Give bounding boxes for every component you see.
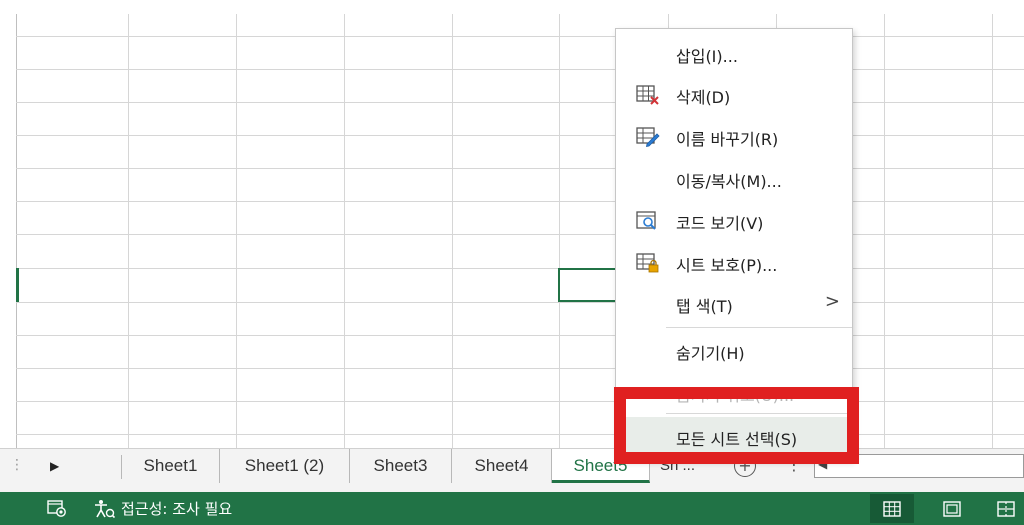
menu-item-label: 시트 보호(P)...	[676, 256, 778, 275]
menu-item-delete[interactable]: 삭제(D)	[616, 75, 852, 115]
menu-item-move-copy[interactable]: 이동/복사(M)...	[616, 159, 852, 199]
row-line	[16, 401, 1024, 402]
column-line	[884, 14, 885, 448]
accessibility-status-text[interactable]: 접근성: 조사 필요	[121, 498, 232, 519]
submenu-chevron-icon: >	[824, 291, 840, 312]
sheet-tab-bar: ⋮ ▶ Sheet1 Sheet1 (2) Sheet3 Sheet4 Shee…	[0, 448, 1024, 492]
menu-item-hide[interactable]: 숨기기(H)	[616, 331, 852, 371]
menu-item-view-code[interactable]: 코드 보기(V)	[616, 201, 852, 241]
menu-item-label: 이름 바꾸기(R)	[676, 130, 779, 149]
menu-item-label: 삽입(I)...	[676, 47, 738, 66]
row-line	[16, 234, 1024, 235]
normal-view-icon	[883, 500, 901, 517]
column-line	[344, 14, 345, 448]
column-line	[128, 14, 129, 448]
page-layout-view-icon	[943, 500, 961, 517]
row-line	[16, 201, 1024, 202]
row-line	[16, 135, 1024, 136]
menu-separator	[666, 327, 852, 328]
worksheet-grid[interactable]	[0, 0, 1024, 448]
annotation-highlight-box	[614, 387, 859, 464]
menu-item-label: 이동/복사(M)...	[676, 172, 782, 191]
row-line	[16, 434, 1024, 435]
menu-item-label: 삭제(D)	[676, 88, 731, 107]
row-line	[16, 302, 1024, 303]
menu-item-label: 탭 색(T)	[676, 297, 733, 316]
row-line	[16, 268, 1024, 269]
page-layout-view-button[interactable]	[930, 494, 974, 523]
page-break-view-button[interactable]	[984, 494, 1024, 523]
menu-item-tab-color[interactable]: 탭 색(T) >	[616, 284, 852, 324]
row-line	[16, 368, 1024, 369]
row-line	[16, 69, 1024, 70]
view-code-icon	[636, 211, 656, 230]
row-line	[16, 102, 1024, 103]
sheet-tab[interactable]: Sheet1 (2)	[220, 449, 350, 483]
menu-item-label: 숨기기(H)	[676, 344, 745, 363]
row-line	[16, 335, 1024, 336]
column-line	[559, 14, 560, 448]
sheet-tab[interactable]: Sheet4	[452, 449, 552, 483]
status-bar: 접근성: 조사 필요	[0, 492, 1024, 525]
protect-sheet-icon	[636, 253, 659, 273]
row-header-edge	[16, 14, 17, 448]
sheet-tab[interactable]: Sheet1	[122, 449, 220, 483]
normal-view-button[interactable]	[870, 494, 914, 523]
sheet-tab[interactable]: Sheet3	[350, 449, 452, 483]
page-break-view-icon	[997, 500, 1015, 517]
column-line	[236, 14, 237, 448]
row-line	[16, 168, 1024, 169]
delete-sheet-icon	[636, 85, 659, 105]
tab-scroll-dots[interactable]: ⋮	[10, 457, 24, 473]
menu-item-label: 코드 보기(V)	[676, 214, 764, 233]
row-line	[16, 36, 1024, 37]
selected-cell[interactable]	[558, 268, 622, 302]
column-line	[992, 14, 993, 448]
menu-item-insert[interactable]: 삽입(I)...	[616, 34, 852, 74]
menu-item-protect-sheet[interactable]: 시트 보호(P)...	[616, 243, 852, 283]
tab-scroll-right-arrow[interactable]: ▶	[50, 459, 59, 473]
column-line	[452, 14, 453, 448]
menu-item-rename[interactable]: 이름 바꾸기(R)	[616, 117, 852, 157]
accessibility-icon[interactable]	[93, 499, 115, 519]
selected-row-marker	[16, 268, 19, 302]
macro-record-icon[interactable]	[47, 499, 67, 517]
rename-sheet-icon	[636, 127, 660, 148]
